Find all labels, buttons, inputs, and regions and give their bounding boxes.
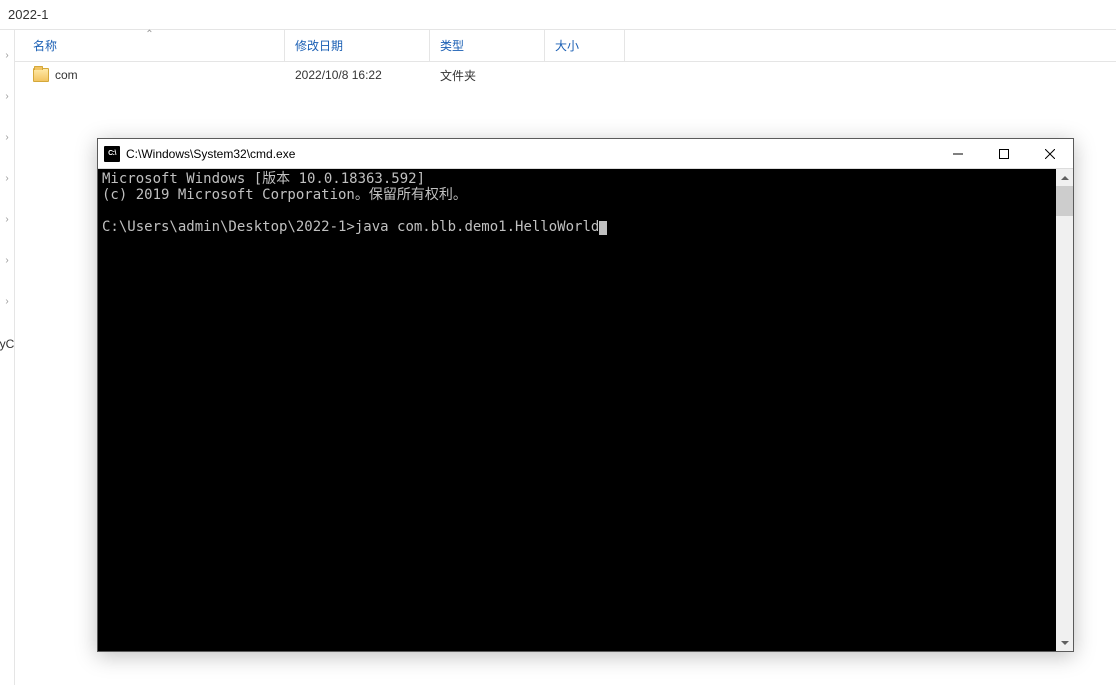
cmd-line: (c) 2019 Microsoft Corporation。保留所有权利。 bbox=[102, 187, 467, 203]
nav-marker: › bbox=[5, 173, 8, 184]
vertical-scrollbar[interactable] bbox=[1056, 169, 1073, 651]
folder-icon bbox=[33, 68, 49, 82]
header-date[interactable]: 修改日期 bbox=[285, 30, 430, 61]
nav-marker: › bbox=[5, 91, 8, 102]
cmd-title-text: C:\Windows\System32\cmd.exe bbox=[126, 147, 935, 161]
nav-marker: › bbox=[5, 214, 8, 225]
cmd-line: Microsoft Windows [版本 10.0.18363.592] bbox=[102, 171, 425, 187]
header-type[interactable]: 类型 bbox=[430, 30, 545, 61]
nav-text-fragment: yC bbox=[0, 337, 14, 351]
column-headers: ⌃ 名称 修改日期 类型 大小 bbox=[15, 30, 1116, 62]
file-name: com bbox=[55, 68, 78, 82]
scroll-down-button[interactable] bbox=[1056, 634, 1073, 651]
cmd-client-area: Microsoft Windows [版本 10.0.18363.592] (c… bbox=[98, 169, 1073, 651]
window-controls bbox=[935, 139, 1073, 168]
nav-marker: › bbox=[5, 255, 8, 266]
scroll-up-button[interactable] bbox=[1056, 169, 1073, 186]
maximize-button[interactable] bbox=[981, 139, 1027, 168]
terminal-output[interactable]: Microsoft Windows [版本 10.0.18363.592] (c… bbox=[98, 169, 1056, 651]
file-type: 文件夹 bbox=[440, 67, 476, 84]
scrollbar-thumb[interactable] bbox=[1056, 186, 1073, 216]
cmd-app-icon: C:\ bbox=[104, 146, 120, 162]
cmd-input: java com.blb.demo1.HelloWorld bbox=[355, 219, 599, 235]
nav-marker: › bbox=[5, 132, 8, 143]
cmd-titlebar[interactable]: C:\ C:\Windows\System32\cmd.exe bbox=[98, 139, 1073, 169]
cursor-icon bbox=[599, 221, 607, 235]
cmd-window: C:\ C:\Windows\System32\cmd.exe Microsof… bbox=[97, 138, 1074, 652]
scrollbar-track[interactable] bbox=[1056, 186, 1073, 634]
file-date: 2022/10/8 16:22 bbox=[295, 68, 382, 82]
nav-pane-edge: › › › › › › › yC bbox=[0, 30, 15, 685]
cmd-prompt: C:\Users\admin\Desktop\2022-1> bbox=[102, 219, 355, 235]
header-size[interactable]: 大小 bbox=[545, 30, 625, 61]
address-bar[interactable]: 2022-1 bbox=[0, 0, 1116, 30]
close-button[interactable] bbox=[1027, 139, 1073, 168]
nav-marker: › bbox=[5, 296, 8, 307]
header-name[interactable]: ⌃ 名称 bbox=[15, 30, 285, 61]
file-row[interactable]: com 2022/10/8 16:22 文件夹 bbox=[15, 62, 1116, 88]
sort-indicator-icon: ⌃ bbox=[145, 29, 153, 40]
nav-marker: › bbox=[5, 50, 8, 61]
minimize-button[interactable] bbox=[935, 139, 981, 168]
current-path: 2022-1 bbox=[8, 7, 48, 22]
